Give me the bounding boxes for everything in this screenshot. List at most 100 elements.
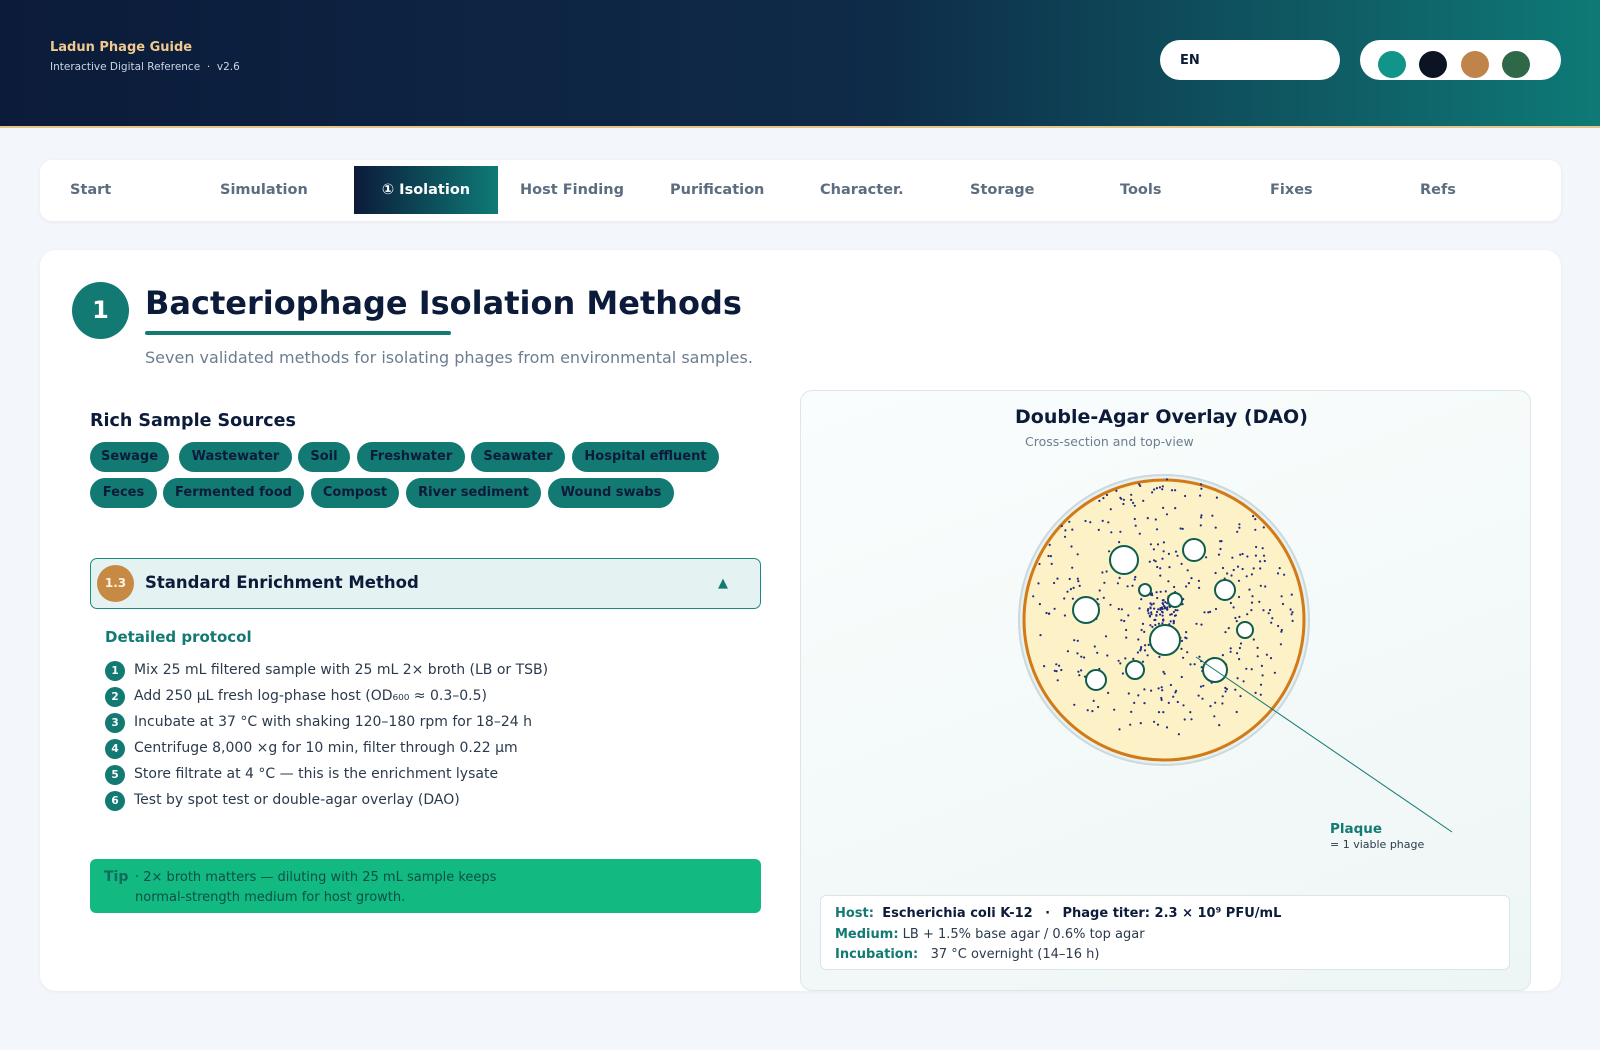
bacterial-colony — [1159, 567, 1162, 570]
bacterial-colony — [1180, 675, 1183, 679]
bacterial-colony — [1214, 607, 1218, 611]
bacterial-colony — [1140, 646, 1143, 649]
bacterial-colony — [1155, 613, 1158, 617]
bacterial-colony — [1185, 585, 1188, 588]
bacterial-colony — [1283, 573, 1286, 576]
medium-row: Medium: LB + 1.5% base agar / 0.6% top a… — [835, 927, 1145, 942]
bacterial-colony — [1205, 556, 1208, 559]
bacterial-colony — [1200, 483, 1203, 486]
bacterial-colony — [1152, 602, 1155, 605]
bacterial-colony — [1140, 628, 1143, 632]
bacterial-colony — [1256, 655, 1259, 658]
bacterial-colony — [1165, 726, 1169, 729]
bacterial-colony — [1235, 710, 1238, 714]
bacterial-colony — [1232, 606, 1235, 609]
bacterial-colony — [1055, 670, 1058, 673]
bacterial-colony — [1149, 624, 1152, 627]
petri-dish-illustration — [1018, 474, 1453, 833]
plaque — [1138, 583, 1152, 597]
bacterial-colony — [1156, 543, 1160, 546]
host-label: Host: — [835, 906, 874, 921]
bacterial-colony — [1271, 617, 1274, 620]
bacterial-colony — [1120, 619, 1123, 622]
bacterial-colony — [1199, 685, 1203, 688]
info-separator: · — [1045, 906, 1051, 921]
bacterial-colony — [1155, 487, 1158, 490]
bacterial-colony — [1259, 683, 1263, 686]
bacterial-colony — [1198, 586, 1201, 590]
bacterial-colony — [1147, 612, 1150, 615]
bacterial-colony — [1172, 620, 1175, 623]
host-value: Escherichia coli K-12 — [882, 906, 1033, 921]
bacterial-colony — [1273, 671, 1276, 674]
bacterial-colony — [1104, 635, 1108, 638]
bacterial-colony — [1217, 553, 1221, 556]
bacterial-colony — [1126, 585, 1129, 588]
bacterial-colony — [1162, 602, 1165, 606]
bacterial-colony — [1162, 541, 1165, 544]
bacterial-colony — [1141, 660, 1145, 663]
bacterial-colony — [1127, 692, 1130, 695]
bacterial-colony — [1066, 590, 1069, 593]
bacterial-colony — [1238, 523, 1241, 526]
bacterial-colony — [1045, 611, 1048, 615]
bacterial-colony — [1176, 554, 1179, 557]
bacterial-colony — [1132, 657, 1135, 661]
bacterial-colony — [1180, 647, 1183, 651]
bacterial-colony — [1199, 524, 1202, 527]
bacterial-colony — [1179, 527, 1182, 530]
bacterial-colony — [1172, 610, 1175, 614]
bacterial-colony — [1077, 580, 1080, 583]
bacterial-colony — [1248, 588, 1251, 591]
bacterial-colony — [1133, 504, 1136, 507]
bacterial-colony — [1068, 577, 1071, 581]
bacterial-colony — [1290, 593, 1293, 596]
bacterial-colony — [1269, 657, 1273, 660]
bacterial-colony — [1241, 567, 1244, 571]
bacterial-colony — [1151, 625, 1154, 629]
bacterial-colony — [1127, 614, 1130, 617]
incubation-value: 37 °C overnight (14–16 h) — [930, 947, 1100, 962]
bacterial-colony — [1167, 552, 1170, 556]
bacterial-colony — [1066, 650, 1069, 653]
bacterial-colony — [1224, 631, 1227, 634]
plaque — [1109, 545, 1139, 575]
bacterial-colony — [1086, 709, 1089, 712]
bacterial-colony — [1221, 566, 1225, 570]
culture-info-box: Host: Escherichia coli K-12 · Phage tite… — [820, 895, 1510, 970]
bacterial-colony — [1093, 645, 1096, 648]
bacterial-colony — [1270, 621, 1273, 624]
bacterial-colony — [1157, 622, 1160, 625]
bacterial-colony — [1120, 608, 1123, 611]
bacterial-colony — [1259, 560, 1262, 563]
bacterial-colony — [1157, 608, 1160, 611]
bacterial-colony — [1142, 499, 1145, 502]
bacterial-colony — [1290, 613, 1293, 616]
bacterial-colony — [1214, 701, 1217, 704]
bacterial-colony — [1138, 532, 1141, 535]
bacterial-colony — [1168, 566, 1171, 569]
bacterial-colony — [1250, 573, 1253, 576]
bacterial-colony — [1078, 674, 1081, 677]
bacterial-colony — [1254, 691, 1257, 695]
bacterial-colony — [1161, 557, 1164, 560]
bacterial-colony — [1279, 643, 1282, 646]
bacterial-colony — [1255, 545, 1258, 549]
bacterial-colony — [1246, 613, 1249, 616]
bacterial-colony — [1115, 489, 1118, 492]
bacterial-colony — [1221, 702, 1224, 705]
bacterial-colony — [1238, 615, 1241, 619]
bacterial-colony — [1259, 567, 1262, 570]
bacterial-colony — [1156, 565, 1159, 569]
bacterial-colony — [1060, 524, 1063, 528]
bacterial-colony — [1063, 597, 1066, 600]
bacterial-colony — [1165, 478, 1169, 481]
bacterial-colony — [1155, 528, 1159, 531]
bacterial-colony — [1262, 554, 1266, 557]
bacterial-colony — [1048, 543, 1051, 547]
bacterial-colony — [1149, 543, 1152, 546]
bacterial-colony — [1146, 517, 1149, 520]
bacterial-colony — [1133, 701, 1136, 705]
medium-value: LB + 1.5% base agar / 0.6% top agar — [902, 927, 1145, 942]
bacterial-colony — [1143, 630, 1146, 634]
